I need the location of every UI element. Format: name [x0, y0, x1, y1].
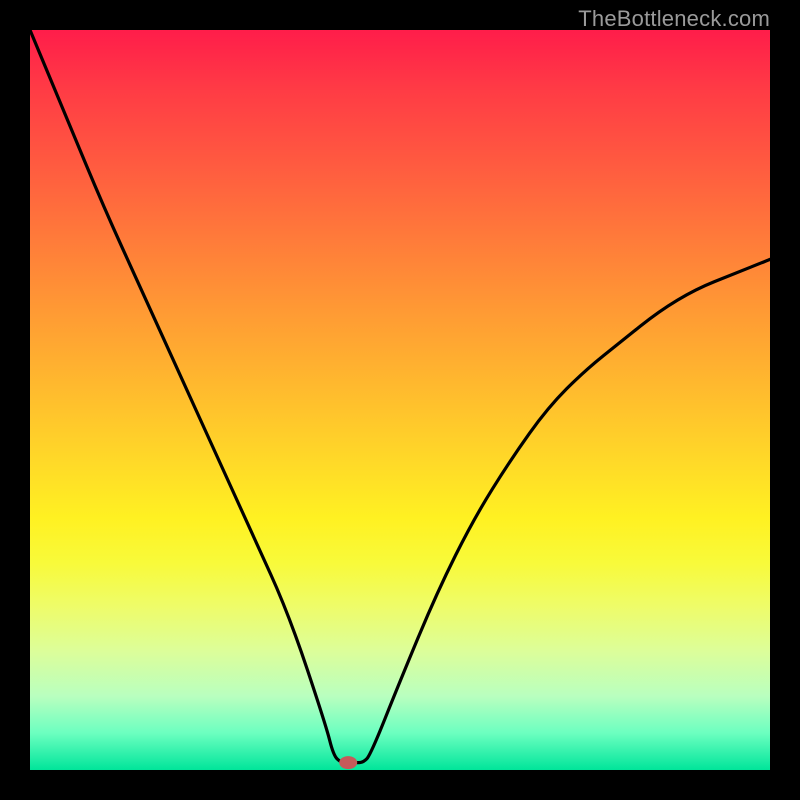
watermark-text: TheBottleneck.com — [578, 6, 770, 32]
curve-svg — [30, 30, 770, 770]
optimum-marker — [339, 756, 357, 769]
plot-area — [30, 30, 770, 770]
chart-frame: TheBottleneck.com — [0, 0, 800, 800]
bottleneck-curve — [30, 30, 770, 763]
